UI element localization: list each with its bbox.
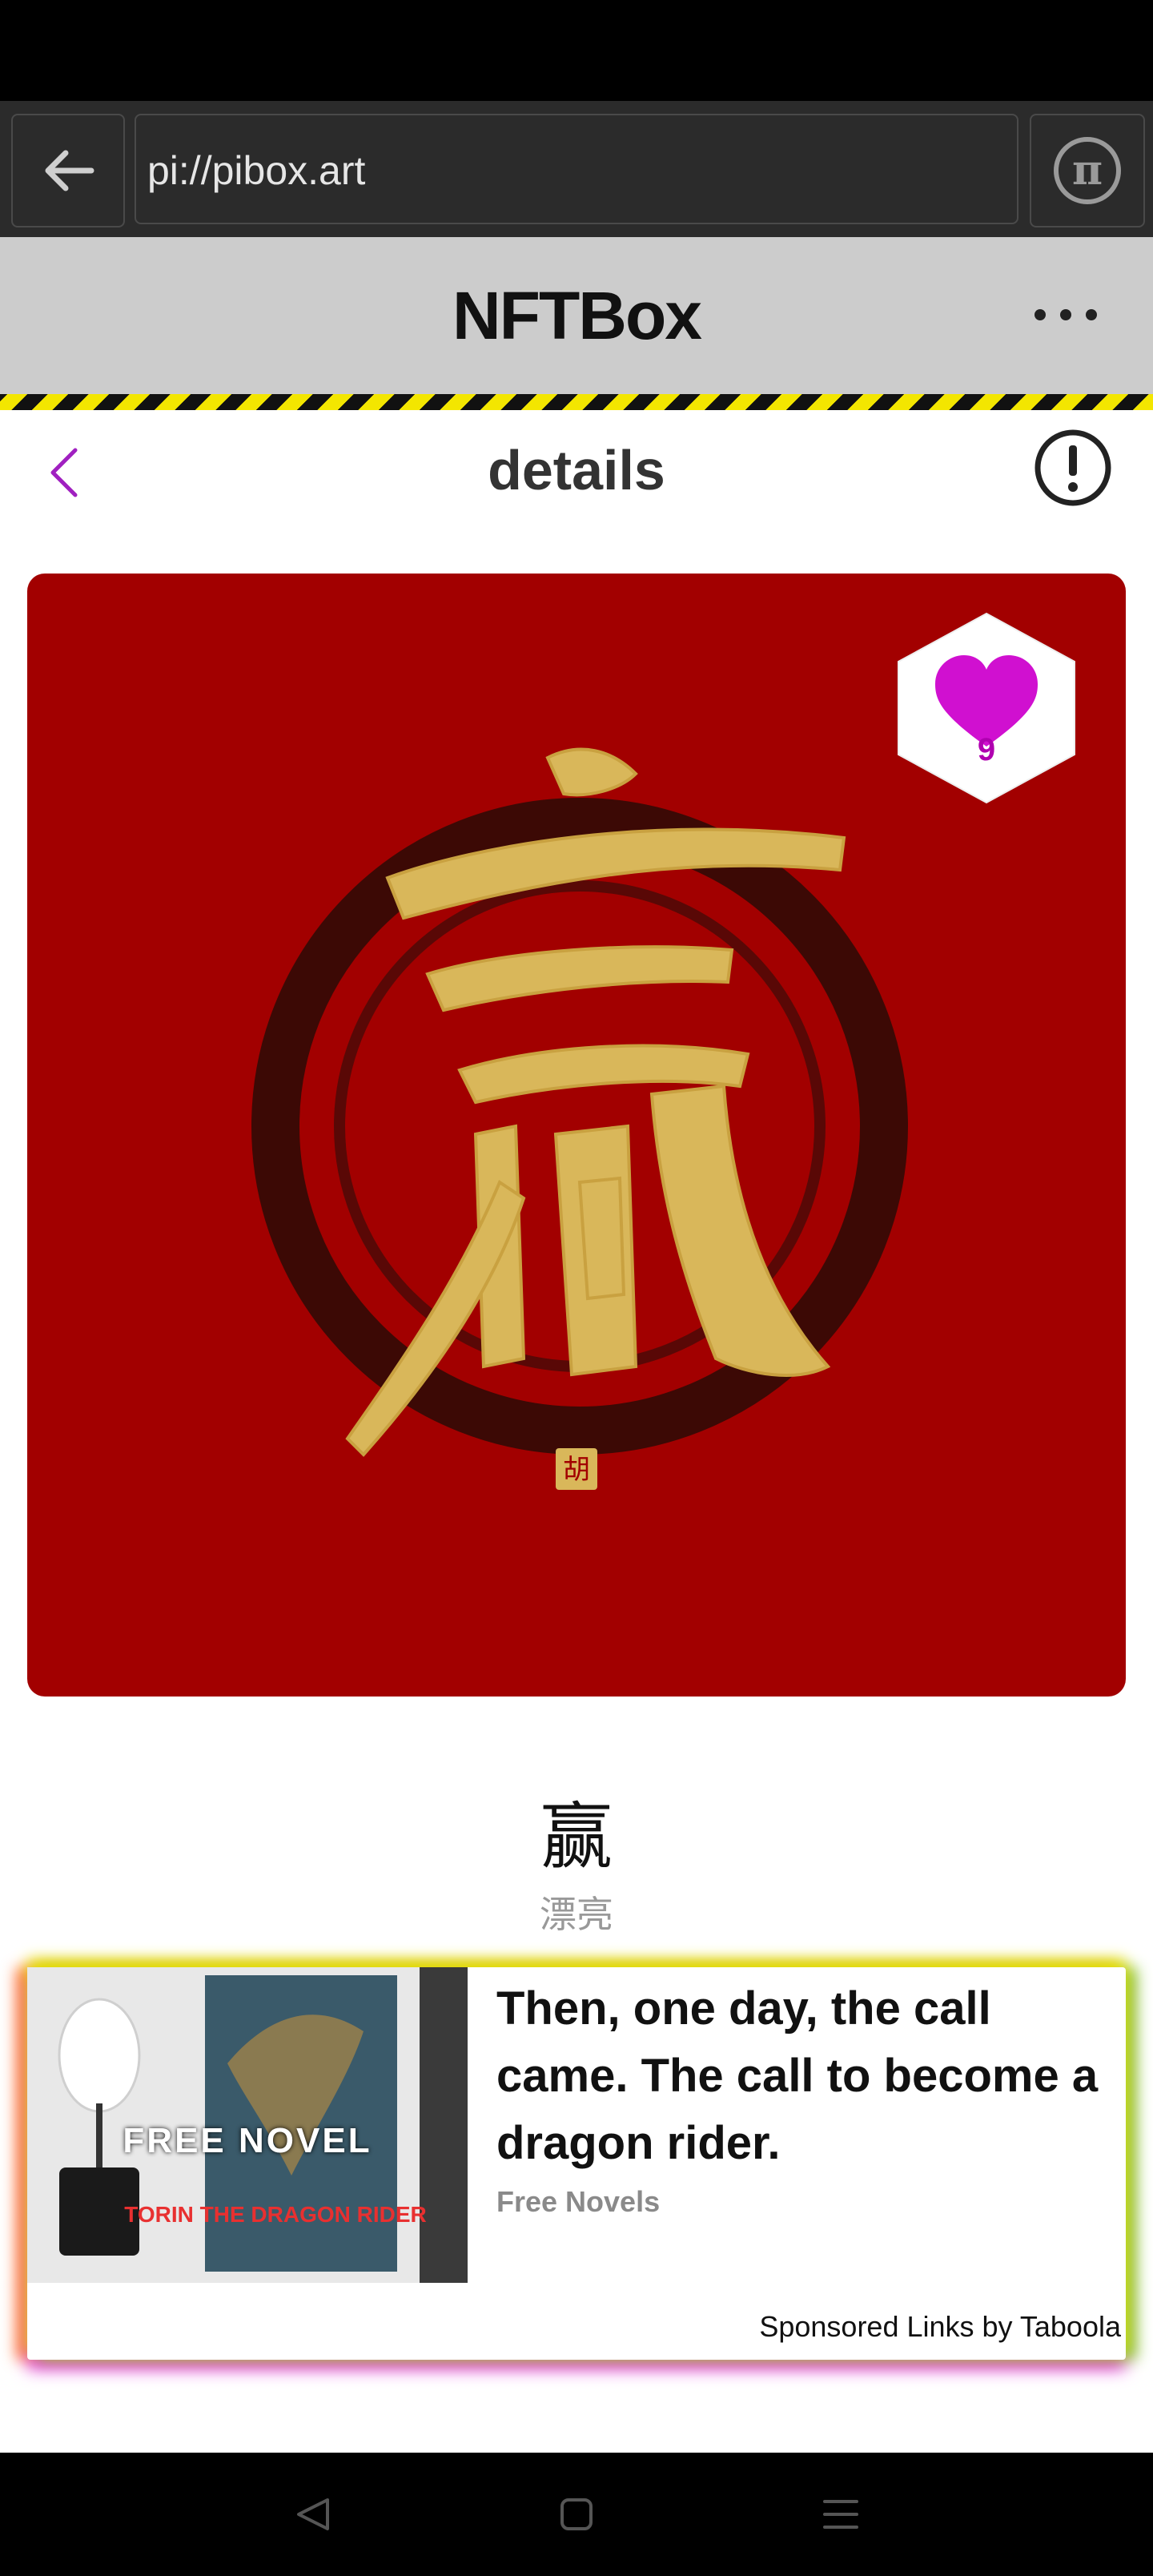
page-title: details [488,439,665,501]
nav-back-button[interactable] [282,2485,346,2544]
nav-home-button[interactable] [544,2485,609,2544]
ad-image[interactable]: TORIN THE DRAGON RIDER FREE NOVEL [27,1967,468,2283]
more-options-button[interactable] [1034,287,1097,343]
system-nav-bar [0,2453,1153,2576]
nav-home-icon [560,2498,593,2530]
arrow-left-icon [45,150,94,191]
ad-image-label: FREE NOVEL [123,2121,372,2160]
pi-browser-icon: π [1054,137,1121,204]
nft-name: 赢 [540,1795,613,1879]
nft-subtitle: 漂亮 [540,1893,613,1936]
more-dots-icon [1086,309,1097,320]
browser-back-button[interactable] [11,114,125,227]
ad-book-title: TORIN THE DRAGON RIDER [124,2202,427,2227]
app-title: NFTBox [452,278,702,353]
info-icon[interactable] [1033,428,1113,508]
svg-text:胡: 胡 [563,1454,590,1486]
nav-menu-button[interactable] [809,2485,873,2544]
browser-toolbar: pi://pibox.art π [0,101,1153,237]
nav-menu-icon [823,2500,858,2529]
more-dots-icon [1060,309,1071,320]
ad-source: Free Novels [496,2185,661,2218]
like-count: 9 [977,732,996,767]
app-header: NFTBox [0,237,1153,394]
url-field[interactable]: pi://pibox.art [135,114,1018,224]
page-header: details [0,410,1153,530]
like-button[interactable]: 9 [894,610,1079,806]
ad-sponsored-label[interactable]: Sponsored Links by Taboola [759,2310,1121,2344]
nav-back-icon [297,2498,329,2530]
more-dots-icon [1034,309,1046,320]
ad-headline[interactable]: Then, one day, the call came. The call t… [496,1975,1129,2177]
hexagon-badge [898,612,1075,804]
status-bar [0,0,1153,101]
pi-browser-button[interactable]: π [1030,114,1145,227]
sponsored-ad[interactable]: TORIN THE DRAGON RIDER FREE NOVEL Then, … [27,1967,1126,2360]
hazard-stripe-divider [0,394,1153,410]
